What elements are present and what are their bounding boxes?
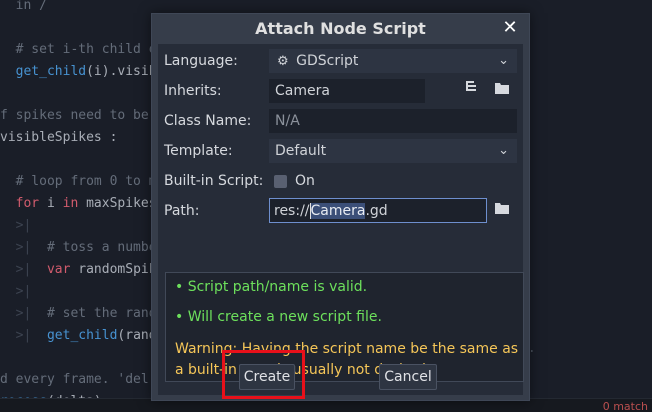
path-input[interactable]: res://Camera.gd	[269, 198, 487, 223]
create-button-highlight	[222, 350, 305, 399]
language-label: Language:	[164, 53, 238, 69]
template-dropdown[interactable]: Default ⌄	[269, 139, 517, 163]
inherits-input[interactable]: Camera	[269, 79, 425, 103]
cancel-button[interactable]: Cancel	[379, 364, 437, 390]
status-panel: • Script path/name is valid. • Will crea…	[165, 272, 524, 382]
class-tree-icon[interactable]	[462, 80, 482, 102]
close-icon[interactable]: ✕	[501, 18, 519, 38]
folder-icon[interactable]	[492, 200, 512, 222]
path-suffix: .gd	[365, 203, 388, 219]
attach-node-script-dialog: Attach Node Script ✕ Language: ⚙ GDScrip…	[151, 13, 530, 401]
gear-icon: ⚙	[277, 54, 289, 69]
language-dropdown[interactable]: ⚙ GDScript ⌄	[269, 49, 517, 73]
template-value: Default	[275, 143, 327, 159]
status-create-text: • Will create a new script file.	[175, 309, 382, 325]
chevron-down-icon: ⌄	[498, 53, 509, 68]
class-name-input[interactable]: N/A	[269, 109, 517, 133]
builtin-script-label: Built-in Script:	[164, 173, 264, 189]
chevron-down-icon: ⌄	[498, 143, 509, 158]
path-selected-text: Camera	[309, 203, 366, 219]
folder-icon[interactable]	[492, 80, 512, 102]
dialog-body: Language: ⚙ GDScript ⌄ Inherits: Camera …	[158, 44, 524, 395]
status-valid-text: • Script path/name is valid.	[175, 279, 368, 295]
class-name-label: Class Name:	[164, 113, 252, 129]
builtin-on-label: On	[295, 173, 315, 189]
inherits-label: Inherits:	[164, 83, 222, 99]
builtin-script-checkbox[interactable]	[274, 175, 287, 188]
template-label: Template:	[164, 143, 233, 159]
language-value: GDScript	[296, 53, 359, 69]
path-prefix: res://	[274, 203, 310, 219]
dialog-title: Attach Node Script	[255, 19, 426, 38]
path-label: Path:	[164, 203, 200, 219]
